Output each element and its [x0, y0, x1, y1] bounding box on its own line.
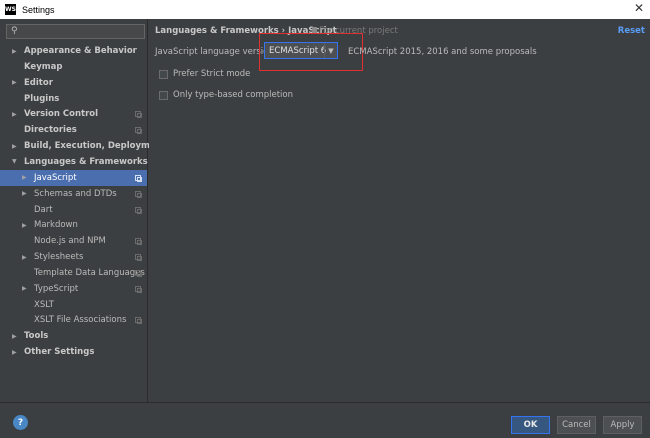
sidebar-item-label: Template Data Languages — [34, 267, 145, 278]
project-settings-icon — [135, 285, 142, 293]
chevron-right-icon[interactable]: ▶ — [22, 190, 27, 197]
sidebar-item-label: XSLT — [34, 299, 54, 310]
sidebar-item-label: Dart — [34, 204, 53, 215]
sidebar-item-label: Appearance & Behavior — [24, 46, 137, 56]
sidebar-item-label: Languages & Frameworks — [24, 156, 148, 167]
prefer-strict-label: Prefer Strict mode — [173, 69, 251, 79]
search-icon: ⚲ — [11, 26, 18, 36]
project-settings-icon — [135, 317, 142, 325]
sidebar-item-plugins[interactable]: Plugins — [0, 91, 147, 107]
sidebar-item-stylesheets[interactable]: ▶ Stylesheets — [0, 249, 147, 265]
sidebar-item-label: Keymap — [24, 61, 63, 72]
sidebar-item-markdown[interactable]: ▶ Markdown — [0, 217, 147, 233]
cancel-button[interactable]: Cancel — [557, 416, 596, 434]
search-input[interactable]: ⚲ — [6, 24, 145, 39]
sidebar-item-label: JavaScript — [34, 172, 77, 183]
sidebar-item-build-execution-deployment[interactable]: ▶ Build, Execution, Deployment — [0, 138, 166, 154]
project-settings-icon — [135, 127, 142, 135]
sidebar-item-directories[interactable]: Directories — [0, 122, 147, 138]
sidebar-item-label: Version Control — [24, 109, 99, 120]
sidebar-item-label: Stylesheets — [34, 252, 84, 263]
sidebar-item-label: Plugins — [24, 93, 60, 104]
sidebar-item-template-data-languages[interactable]: Template Data Languages — [0, 265, 147, 281]
language-version-description: ECMAScript 2015, 2016 and some proposals — [348, 47, 537, 57]
sidebar-item-xslt-file-associations[interactable]: XSLT File Associations — [0, 312, 147, 328]
dialog-footer: ? OK Cancel Apply — [0, 402, 650, 438]
sidebar-item-schemas-and-dtds[interactable]: ▶ Schemas and DTDs — [0, 186, 147, 202]
ok-button[interactable]: OK — [511, 416, 550, 434]
chevron-right-icon[interactable]: ▶ — [12, 349, 17, 356]
window-title: Settings — [22, 4, 55, 15]
sidebar-item-label: Editor — [24, 77, 53, 88]
project-settings-icon — [135, 238, 142, 246]
sidebar-item-tools[interactable]: ▶ Tools — [0, 328, 147, 344]
sidebar-item-label: Build, Execution, Deployment — [24, 141, 166, 152]
sidebar-item-version-control[interactable]: ▶ Version Control — [0, 106, 147, 122]
chevron-right-icon[interactable]: ▶ — [22, 222, 27, 229]
sidebar-item-label: XSLT File Associations — [34, 315, 127, 326]
settings-content: Languages & Frameworks › JavaScript For … — [149, 19, 650, 402]
chevron-right-icon[interactable]: ▶ — [12, 333, 17, 340]
sidebar-item-label: Markdown — [34, 220, 78, 231]
sidebar-item-label: Node.js and NPM — [34, 236, 106, 247]
help-button[interactable]: ? — [13, 415, 28, 430]
sidebar-item-javascript[interactable]: ▶ JavaScript — [0, 169, 147, 186]
sidebar-item-typescript[interactable]: ▶ TypeScript — [0, 281, 147, 297]
sidebar-item-node-js-and-npm[interactable]: Node.js and NPM — [0, 233, 147, 249]
sidebar-item-keymap[interactable]: Keymap — [0, 59, 147, 75]
sidebar-item-appearance-behavior[interactable]: ▶ Appearance & Behavior — [0, 43, 147, 59]
apply-button[interactable]: Apply — [603, 416, 642, 434]
sidebar-item-editor[interactable]: ▶ Editor — [0, 75, 147, 91]
settings-sidebar: ⚲ ▶ Appearance & Behavior Keymap ▶ Editor Plu… — [0, 19, 166, 402]
chevron-right-icon[interactable]: ▶ — [22, 174, 27, 181]
chevron-right-icon[interactable]: ▶ — [12, 111, 17, 118]
close-icon[interactable]: ✕ — [634, 1, 644, 15]
sidebar-item-other-settings[interactable]: ▶ Other Settings — [0, 344, 147, 360]
project-settings-icon — [135, 254, 142, 262]
sidebar-item-label: Schemas and DTDs — [34, 188, 117, 199]
project-settings-icon — [135, 190, 142, 198]
chevron-right-icon[interactable]: ▶ — [12, 143, 17, 150]
prefer-strict-checkbox[interactable] — [159, 69, 168, 79]
sidebar-item-label: TypeScript — [34, 283, 79, 294]
chevron-down-icon[interactable]: ▼ — [12, 158, 17, 165]
chevron-right-icon[interactable]: ▶ — [22, 254, 27, 261]
sidebar-item-label: Directories — [24, 125, 77, 136]
chevron-right-icon[interactable]: ▶ — [12, 79, 17, 86]
project-settings-icon — [135, 206, 142, 214]
reset-link[interactable]: Reset — [618, 26, 645, 36]
sidebar-item-label: Other Settings — [24, 347, 95, 358]
sidebar-item-languages-frameworks[interactable]: ▼ Languages & Frameworks — [0, 154, 148, 170]
sidebar-item-label: Tools — [24, 331, 49, 342]
type-based-row[interactable]: Only type-based completion — [159, 90, 293, 100]
sidebar-item-xslt[interactable]: XSLT — [0, 297, 147, 313]
app-logo-icon: WS — [5, 4, 16, 15]
chevron-right-icon[interactable]: ▶ — [12, 48, 17, 55]
project-settings-icon — [135, 269, 142, 277]
project-settings-icon — [135, 111, 142, 119]
type-based-checkbox[interactable] — [159, 90, 168, 100]
type-based-label: Only type-based completion — [173, 90, 294, 100]
language-version-label: JavaScript language version — [155, 47, 274, 57]
prefer-strict-row[interactable]: Prefer Strict mode — [159, 69, 250, 79]
chevron-right-icon[interactable]: ▶ — [22, 285, 27, 292]
sidebar-item-dart[interactable]: Dart — [0, 202, 147, 218]
title-bar: WS Settings ✕ — [0, 0, 650, 19]
project-settings-icon — [135, 174, 142, 182]
